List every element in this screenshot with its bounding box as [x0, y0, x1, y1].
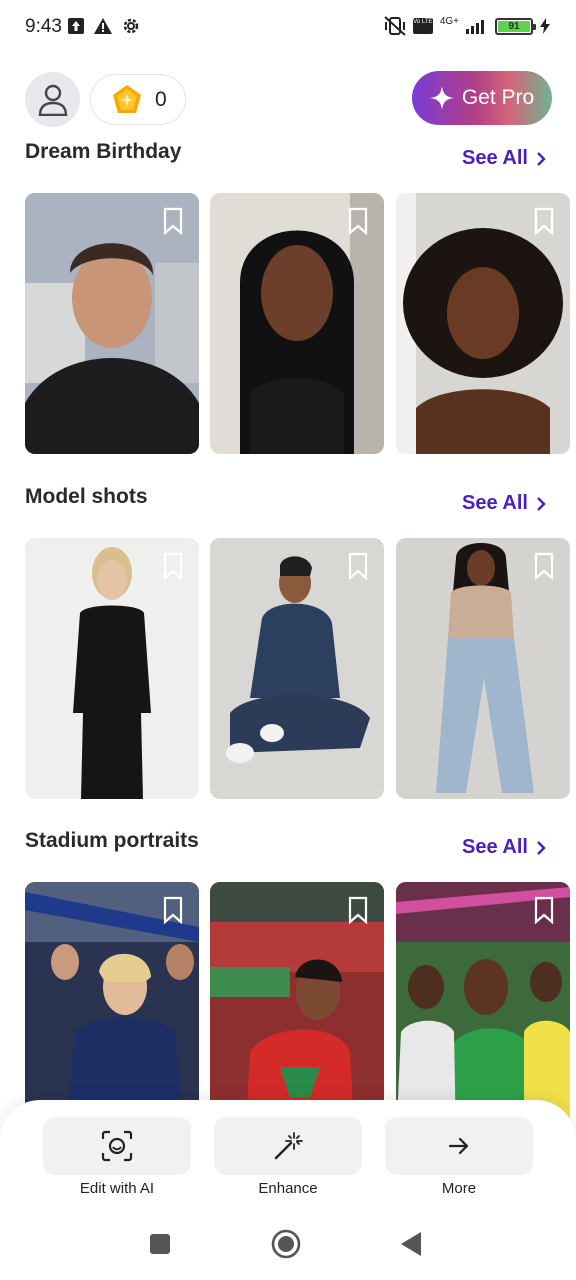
ai-face-scan-icon — [101, 1130, 133, 1162]
template-card[interactable] — [25, 538, 199, 799]
bookmark-icon[interactable] — [348, 207, 368, 235]
edit-with-ai-button[interactable] — [43, 1117, 191, 1175]
see-all-model-shots-button[interactable]: See All — [462, 492, 546, 515]
get-pro-button[interactable]: Get Pro — [412, 71, 552, 125]
battery-icon: 91 — [495, 17, 536, 35]
template-card[interactable] — [396, 538, 570, 799]
arrow-right-icon — [448, 1137, 469, 1155]
template-card[interactable] — [210, 193, 384, 454]
section-title-stadium-portraits: Stadium portraits — [25, 829, 199, 852]
gem-coin-icon — [113, 84, 141, 113]
more-label: More — [441, 1180, 477, 1197]
template-card[interactable] — [210, 538, 384, 799]
bookmark-icon[interactable] — [534, 896, 554, 924]
settings-gear-icon — [123, 18, 139, 34]
battery-level: 91 — [498, 20, 530, 32]
status-left-icons — [68, 17, 140, 35]
edit-with-ai-label: Edit with AI — [79, 1180, 155, 1197]
profile-avatar-button[interactable] — [25, 72, 80, 127]
enhance-button[interactable] — [214, 1117, 362, 1175]
bookmark-icon[interactable] — [534, 207, 554, 235]
recent-apps-icon[interactable] — [149, 1233, 171, 1255]
back-icon[interactable] — [400, 1231, 422, 1257]
network-type: 4G+ — [439, 15, 459, 27]
user-icon — [38, 84, 67, 116]
more-button[interactable] — [385, 1117, 533, 1175]
enhance-label: Enhance — [258, 1180, 318, 1197]
bookmark-icon[interactable] — [534, 552, 554, 580]
section-title-dream-birthday: Dream Birthday — [25, 140, 182, 163]
template-card[interactable] — [396, 193, 570, 454]
warning-icon — [94, 18, 112, 34]
section-title-model-shots: Model shots — [25, 485, 148, 508]
coin-count: 0 — [155, 87, 167, 111]
get-pro-label: Get Pro — [461, 86, 535, 109]
see-all-label: See All — [462, 147, 528, 169]
see-all-label: See All — [462, 492, 528, 514]
signal-strength-icon — [466, 20, 484, 34]
chevron-right-icon — [537, 151, 546, 166]
bookmark-icon[interactable] — [163, 207, 183, 235]
magic-wand-icon — [274, 1132, 303, 1160]
system-navigation-bar — [0, 1214, 576, 1280]
see-all-dream-birthday-button[interactable]: See All — [462, 147, 546, 170]
home-icon[interactable] — [271, 1229, 301, 1259]
status-bar: 9:43 Vo LTE 4G+ 91 — [0, 0, 576, 56]
sparkle-icon — [429, 86, 454, 110]
chevron-right-icon — [537, 840, 546, 855]
see-all-label: See All — [462, 836, 528, 858]
bookmark-icon[interactable] — [348, 896, 368, 924]
bookmark-icon[interactable] — [163, 896, 183, 924]
see-all-stadium-portraits-button[interactable]: See All — [462, 836, 546, 859]
template-card[interactable] — [25, 193, 199, 454]
charging-bolt-icon — [540, 18, 550, 34]
chevron-right-icon — [537, 496, 546, 511]
bookmark-icon[interactable] — [163, 552, 183, 580]
volte-badge: Vo LTE — [412, 18, 433, 34]
bookmark-icon[interactable] — [348, 552, 368, 580]
status-time: 9:43 — [25, 16, 62, 37]
vibrate-off-icon — [384, 16, 406, 36]
upload-notification-icon — [68, 18, 84, 34]
coin-balance-button[interactable]: 0 — [90, 74, 186, 125]
status-right-icons: Vo LTE 4G+ 91 — [384, 16, 550, 36]
